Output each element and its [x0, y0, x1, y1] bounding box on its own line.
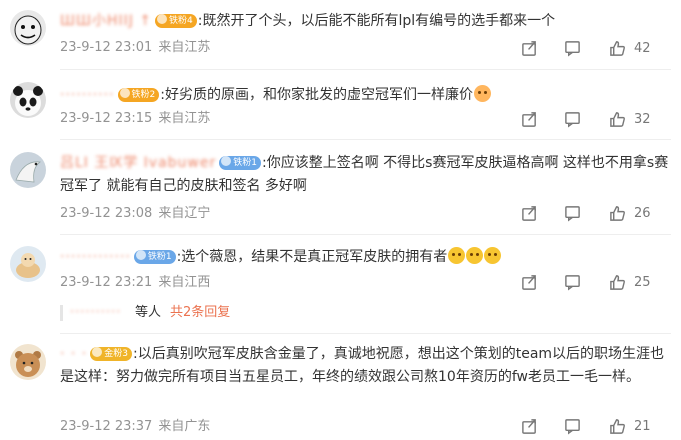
comment-content: ШШ小HIIJ ↑ 铁粉4 :既然开了个头，以后能不能所有lpl有编号的选手都来一个: [60, 10, 670, 33]
reply-bar: [60, 305, 63, 321]
comment-icon[interactable]: [564, 205, 581, 223]
timestamp: 23-9-12 23:21: [60, 275, 153, 290]
panda-avatar[interactable]: [10, 82, 46, 118]
sweat-smile-emoji: [484, 247, 502, 264]
reply-summary: ·········· 等人 共2条回复: [60, 302, 360, 324]
fan-badge: 铁粉2: [117, 88, 160, 102]
comment-icon[interactable]: [564, 418, 581, 436]
share-icon[interactable]: [521, 205, 538, 223]
reply-usernames[interactable]: ··········: [70, 302, 121, 324]
fan-badge: 铁粉1: [219, 156, 261, 170]
share-icon[interactable]: [521, 111, 538, 129]
badge-label: 铁粉1: [147, 252, 172, 262]
thumbs-up-icon: [610, 206, 625, 221]
fan-badge: 铁粉1: [133, 250, 176, 264]
reply-others-label: 等人: [135, 305, 162, 320]
comment-content: ············· 铁粉1 :选个薇恩，结果不是真正冠军皮肤的拥有者: [60, 246, 670, 269]
share-icon[interactable]: [521, 40, 538, 58]
location: 来自江苏: [158, 111, 211, 126]
timestamp: 23-9-12 23:01: [60, 40, 153, 55]
thumbs-up-icon: [610, 41, 625, 56]
like-button[interactable]: 26: [609, 205, 651, 223]
thumbs-up-icon: [610, 275, 625, 290]
username[interactable]: ШШ小HIIJ ↑: [60, 10, 152, 33]
comment-content: ·········· 铁粉2 :好劣质的原画，和你家批发的虚空冠军们一样廉价: [60, 84, 670, 107]
like-button[interactable]: 21: [609, 418, 651, 436]
divider: [60, 69, 671, 70]
divider: [60, 333, 671, 334]
username[interactable]: 吕LI 王Ⅸ学 Ivabuwer: [60, 152, 216, 175]
comment-icon[interactable]: [564, 40, 581, 58]
comment-meta: 23-9-12 23:08 来自辽宁: [60, 206, 210, 222]
like-button[interactable]: 32: [609, 111, 651, 129]
comment-meta: 23-9-12 23:21 来自江西: [60, 275, 210, 291]
meme-face-avatar[interactable]: [10, 10, 46, 46]
username[interactable]: ·············: [60, 246, 131, 269]
sweat-smile-emoji: [466, 247, 484, 264]
comment-content: 吕LI 王Ⅸ学 Ivabuwer 铁粉1:你应该整上签名啊 不得比s赛冠军皮肤逼格…: [60, 152, 670, 198]
fan-badge: 金粉3: [90, 347, 132, 361]
timestamp: 23-9-12 23:37: [60, 419, 153, 434]
comment-actions: 21: [521, 418, 681, 436]
bird-avatar[interactable]: [10, 152, 46, 188]
thumbs-up-icon: [610, 112, 625, 127]
comment-text: :选个薇恩，结果不是真正冠军皮肤的拥有者: [176, 249, 448, 265]
location: 来自辽宁: [158, 206, 211, 221]
comment-icon[interactable]: [564, 111, 581, 129]
comment-text: :好劣质的原画，和你家批发的虚空冠军们一样廉价: [160, 87, 473, 103]
comment-actions: 26: [521, 205, 681, 223]
divider: [60, 139, 671, 140]
like-count: 42: [634, 41, 651, 56]
badge-icon: [157, 14, 168, 24]
fan-badge: 铁粉4: [155, 14, 197, 28]
timestamp: 23-9-12 23:08: [60, 206, 153, 221]
comment-actions: 42: [521, 40, 681, 58]
badge-label: 铁粉2: [131, 90, 156, 100]
like-button[interactable]: 42: [609, 40, 651, 58]
badge-label: 铁粉1: [233, 158, 257, 168]
sweat-smile-emoji: [448, 247, 466, 264]
location: 来自广东: [158, 419, 211, 434]
blush-emoji: [473, 85, 491, 102]
comment-content: · · · 金粉3:以后真别吹冠军皮肤含金量了，真诚地祝愿，想出这个策划的team…: [60, 343, 670, 389]
like-count: 26: [634, 206, 651, 221]
like-button[interactable]: 25: [609, 274, 651, 292]
share-icon[interactable]: [521, 274, 538, 292]
comment-meta: 23-9-12 23:15 来自江苏: [60, 111, 210, 127]
comment-actions: 32: [521, 111, 681, 129]
badge-icon: [135, 250, 146, 260]
view-replies-link[interactable]: 共2条回复: [170, 302, 230, 324]
comment-meta: 23-9-12 23:37 来自广东: [60, 419, 210, 435]
like-count: 25: [634, 275, 651, 290]
cartoon-avatar[interactable]: [10, 246, 46, 282]
thumbs-up-icon: [610, 419, 625, 434]
comment-text: :以后真别吹冠军皮肤含金量了，真诚地祝愿，想出这个策划的team以后的职场生涯也…: [60, 346, 665, 385]
location: 来自江苏: [158, 40, 211, 55]
badge-label: 铁粉4: [169, 16, 193, 26]
username[interactable]: · · ·: [60, 343, 87, 366]
badge-label: 金粉3: [104, 349, 128, 359]
bear-avatar[interactable]: [10, 344, 46, 380]
badge-icon: [221, 156, 232, 166]
comment-icon[interactable]: [564, 274, 581, 292]
badge-icon: [119, 88, 130, 98]
location: 来自江西: [158, 275, 211, 290]
like-count: 32: [634, 112, 651, 127]
like-count: 21: [634, 419, 651, 434]
share-icon[interactable]: [521, 418, 538, 436]
comment-actions: 25: [521, 274, 681, 292]
divider: [60, 234, 671, 235]
timestamp: 23-9-12 23:15: [60, 111, 153, 126]
badge-icon: [92, 347, 103, 357]
comment-meta: 23-9-12 23:01 来自江苏: [60, 40, 210, 56]
comment-text: :既然开了个头，以后能不能所有lpl有编号的选手都来一个: [197, 13, 556, 29]
username[interactable]: ··········: [60, 84, 115, 107]
